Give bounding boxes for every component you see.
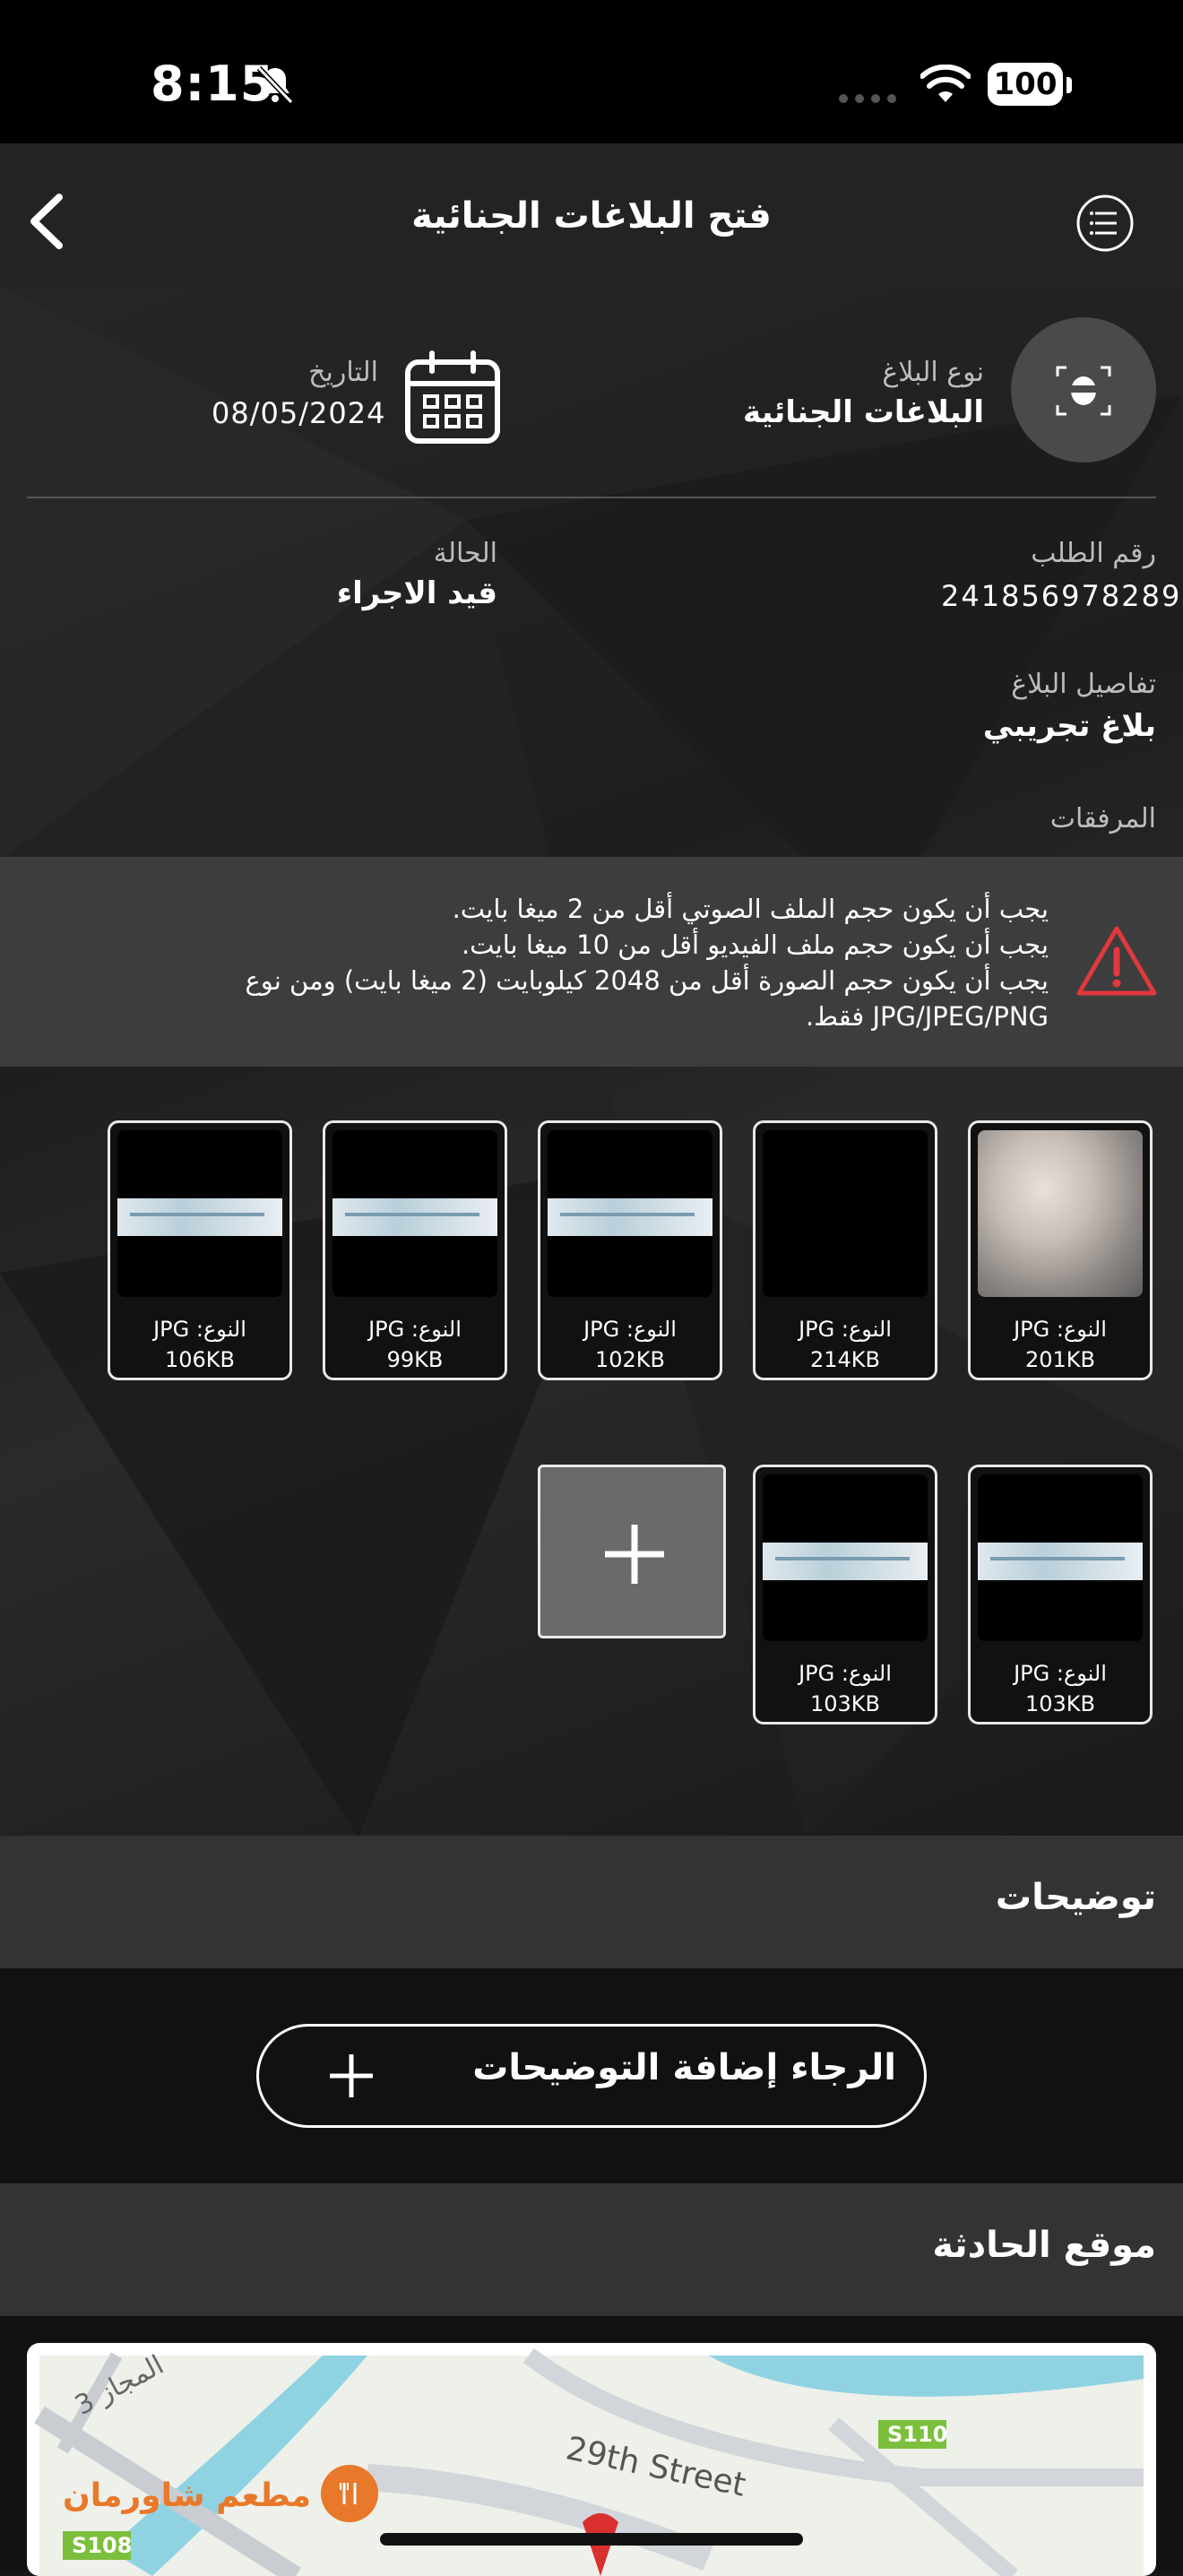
restaurant-label: مطعم شاورمان: [63, 2477, 311, 2514]
back-chevron-icon[interactable]: [25, 192, 68, 251]
date-value: 08/05/2024: [212, 396, 386, 430]
wifi-icon: [920, 65, 971, 102]
attachment-image: [763, 1474, 928, 1641]
attachment-type: النوع: JPG: [799, 1317, 892, 1342]
report-type-label: نوع البلاغ: [882, 357, 984, 388]
road-label-s108: S108: [72, 2533, 133, 2558]
warning-triangle-icon: [1076, 926, 1157, 996]
attachment-size: 103KB: [1024, 1691, 1095, 1716]
status-value: قيد الاجراء: [336, 575, 497, 611]
attachment-size: 99KB: [386, 1347, 444, 1372]
page-title: فتح البلاغات الجنائية: [411, 195, 772, 237]
attachment-type: النوع: JPG: [368, 1317, 462, 1342]
location-title: موقع الحادثة: [932, 2225, 1156, 2266]
calendar-icon: [405, 350, 500, 444]
plus-icon: [330, 2054, 373, 2097]
attachment-size: 103KB: [809, 1691, 880, 1716]
report-type-value: البلاغات الجنائية: [743, 394, 984, 430]
date-label: التاريخ: [308, 357, 378, 388]
road-label-s110: S110: [887, 2422, 948, 2447]
attachment-size: 214KB: [809, 1347, 880, 1372]
restaurant-icon: [340, 2483, 357, 2504]
list-menu-icon[interactable]: [1075, 194, 1135, 253]
divider: [27, 497, 1156, 498]
warning-text: يجب أن يكون حجم الملف الصوتي أقل من 2 مي…: [134, 891, 1049, 1034]
attachment-image: [332, 1130, 497, 1297]
request-number-value: 241856978289: [941, 579, 1182, 613]
attachment-type: النوع: JPG: [153, 1317, 246, 1342]
attachment-type: النوع: JPG: [799, 1661, 892, 1686]
attachment-thumbnail[interactable]: النوع: JPG 103KB: [968, 1465, 1153, 1725]
add-clarifications-label: الرجاء إضافة التوضيحات: [472, 2047, 896, 2088]
add-attachment-button[interactable]: [538, 1465, 726, 1638]
attachment-size: 201KB: [1024, 1347, 1095, 1372]
attachment-thumbnail[interactable]: النوع: JPG 102KB: [538, 1120, 722, 1380]
attachment-thumbnail[interactable]: النوع: JPG 214KB: [753, 1120, 937, 1380]
status-label: الحالة: [433, 538, 497, 569]
warning-line-audio: يجب أن يكون حجم الملف الصوتي أقل من 2 مي…: [452, 894, 1049, 924]
battery-level: 100: [988, 63, 1063, 106]
attachment-image: [763, 1130, 928, 1297]
attachment-image: [978, 1474, 1143, 1641]
attachment-type: النوع: JPG: [583, 1317, 677, 1342]
attachment-type: النوع: JPG: [1014, 1661, 1107, 1686]
cellular-signal-icon: [839, 94, 896, 103]
attachment-size: 106KB: [164, 1347, 235, 1372]
bell-muted-icon: [256, 65, 294, 105]
details-label: تفاصيل البلاغ: [1011, 669, 1156, 700]
attachment-type: النوع: JPG: [1014, 1317, 1107, 1342]
clarifications-title: توضيحات: [995, 1877, 1156, 1918]
plus-icon: [605, 1525, 664, 1584]
battery-indicator: 100: [988, 63, 1074, 108]
attachment-thumbnail[interactable]: النوع: JPG 106KB: [108, 1120, 292, 1380]
attachment-image: [548, 1130, 712, 1297]
details-value: بلاغ تجريبي: [982, 708, 1156, 744]
attachment-image: [117, 1130, 282, 1297]
warning-line-video: يجب أن يكون حجم ملف الفيديو أقل من 10 مي…: [461, 929, 1049, 960]
attachment-thumbnail[interactable]: النوع: JPG 103KB: [753, 1465, 937, 1725]
request-number-label: رقم الطلب: [1031, 538, 1156, 569]
attachment-thumbnail[interactable]: النوع: JPG 201KB: [968, 1120, 1153, 1380]
attachment-size: 102KB: [594, 1347, 665, 1372]
warning-line-image: يجب أن يكون حجم الصورة أقل من 2048 كيلوب…: [245, 965, 1049, 1032]
attachments-label: المرفقات: [1049, 803, 1156, 834]
attachment-thumbnail[interactable]: النوع: JPG 99KB: [323, 1120, 507, 1380]
masked-person-icon: [1056, 366, 1111, 416]
home-indicator: [380, 2533, 803, 2546]
attachment-image: [978, 1130, 1143, 1297]
